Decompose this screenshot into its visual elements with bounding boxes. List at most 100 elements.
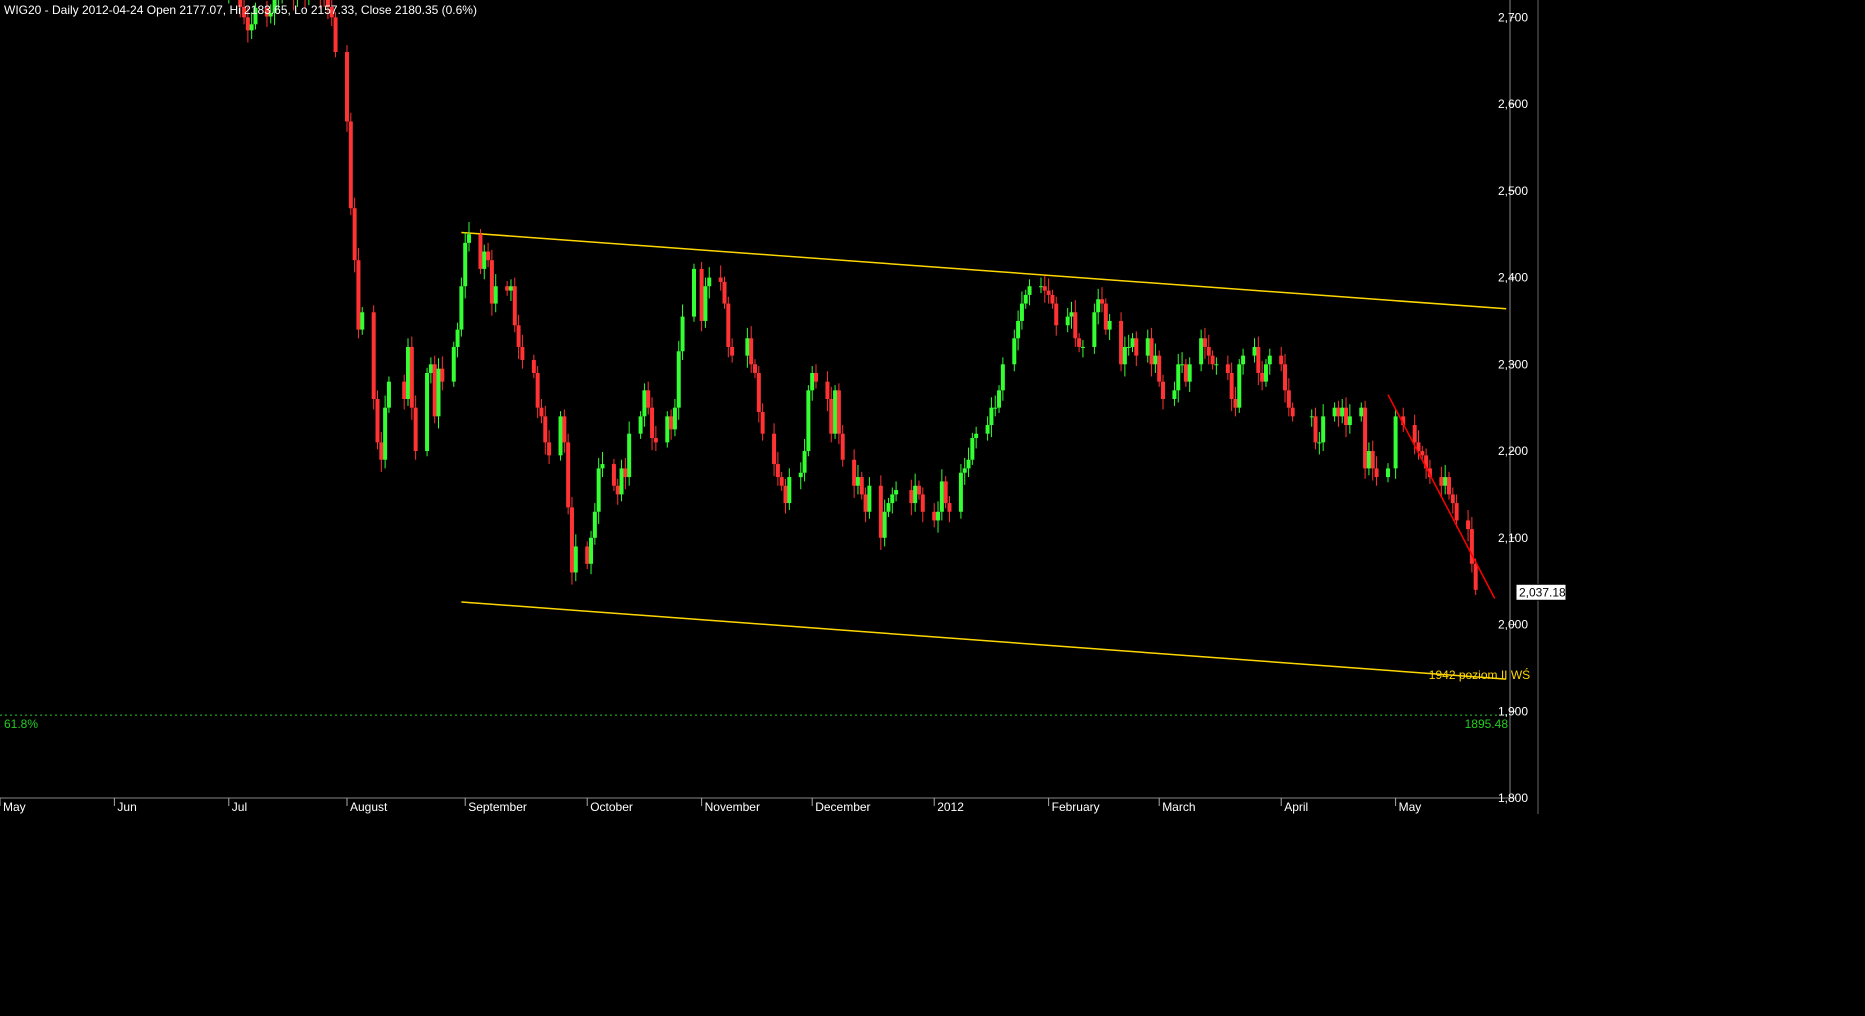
candle-body [669, 416, 674, 430]
candle-body [1443, 477, 1448, 486]
y-tick-label: 2,600 [1498, 97, 1528, 111]
chart-header: WIG20 - Daily 2012-04-24 Open 2177.07, H… [4, 3, 477, 17]
candle-body [779, 477, 784, 486]
candle-body [642, 390, 647, 417]
fib-level-label: 61.8% [4, 717, 38, 731]
candle-body [932, 511, 937, 521]
candle-body [1046, 290, 1051, 295]
candle-body [1336, 407, 1341, 417]
candle-body [1183, 364, 1188, 382]
candle-body [352, 208, 357, 261]
y-tick-label: 2,100 [1498, 531, 1528, 545]
candle-body [760, 412, 765, 434]
candle-body [936, 511, 941, 521]
candle-body [573, 546, 578, 573]
candle-body [432, 364, 437, 417]
candle-body [1290, 407, 1295, 417]
candle-body [753, 364, 757, 373]
candle-body [852, 459, 857, 486]
candle-body [749, 338, 754, 365]
x-tick-label: October [590, 800, 633, 814]
candle-body [638, 416, 643, 434]
annotation-1942: 1942 poziom II WŚ [1429, 667, 1530, 682]
candle-body [531, 359, 536, 373]
candle-body [855, 477, 860, 486]
candle-body [1263, 364, 1268, 382]
x-tick-label: April [1284, 800, 1308, 814]
candle-body [1393, 416, 1398, 469]
candle-body [1199, 338, 1204, 365]
y-tick-label: 1,900 [1498, 704, 1528, 718]
candle-body [1321, 416, 1326, 443]
candle-body [344, 52, 349, 122]
candle-body [699, 268, 704, 321]
candle-body [962, 468, 967, 473]
candle-body [1340, 407, 1345, 417]
candle-body [455, 329, 460, 347]
candle-body [406, 346, 411, 399]
candle-body [463, 242, 468, 287]
candle-body [722, 281, 727, 304]
candle-body [1286, 390, 1291, 408]
candle-body [680, 316, 685, 352]
candle-body [386, 381, 391, 408]
candle-body [1225, 364, 1230, 373]
candle-body [596, 468, 601, 512]
y-tick-label: 2,400 [1498, 271, 1528, 285]
x-tick-label: December [815, 800, 870, 814]
candle-body [615, 485, 620, 495]
candle-body [676, 351, 681, 408]
candle-body [482, 251, 487, 269]
candle-body [402, 381, 407, 399]
candle-body [1229, 372, 1234, 399]
candle-body [478, 234, 483, 269]
candle-body [508, 286, 513, 291]
candle-body [245, 17, 250, 31]
candle-body [348, 121, 353, 209]
candle-body [1332, 407, 1337, 417]
candle-body [1446, 477, 1451, 495]
candle-body [650, 407, 655, 439]
candle-body [707, 277, 712, 287]
candle-body [943, 481, 948, 504]
candle-body [882, 511, 887, 538]
candle-body [1473, 563, 1478, 590]
candle-body [1019, 303, 1024, 321]
candle-body [547, 442, 552, 456]
candle-body [486, 251, 491, 261]
candle-body [772, 433, 777, 465]
candle-body [1130, 338, 1135, 347]
candle-body [428, 364, 433, 373]
candle-body [1385, 468, 1390, 478]
candle-body [665, 416, 670, 443]
candle-body [859, 477, 864, 495]
candle-body [947, 503, 952, 512]
candle-body [806, 390, 811, 452]
x-tick-label: Jun [117, 800, 136, 814]
candle-body [1134, 338, 1139, 356]
candle-body [1313, 416, 1318, 443]
candle-body [558, 416, 563, 456]
candle-body [783, 485, 788, 504]
candle-body [535, 372, 540, 408]
candle-body [379, 442, 384, 460]
candle-body [512, 286, 517, 326]
candle-body [672, 407, 677, 430]
candle-body [1099, 299, 1104, 304]
x-tick-label: September [468, 800, 527, 814]
candle-body [1180, 364, 1185, 366]
candle-body [1107, 320, 1112, 330]
candle-body [993, 407, 998, 409]
candle-body [1366, 451, 1371, 469]
candle-body [1347, 416, 1352, 426]
candle-body [1260, 372, 1265, 382]
candle-body [974, 433, 979, 439]
candle-body [1153, 355, 1158, 365]
y-tick-label: 2,200 [1498, 444, 1528, 458]
candle-body [1092, 312, 1097, 347]
candle-body [425, 372, 430, 452]
candle-body [627, 433, 632, 478]
candle-body [1420, 451, 1425, 456]
candle-body [1172, 390, 1177, 399]
candle-body [989, 407, 994, 426]
